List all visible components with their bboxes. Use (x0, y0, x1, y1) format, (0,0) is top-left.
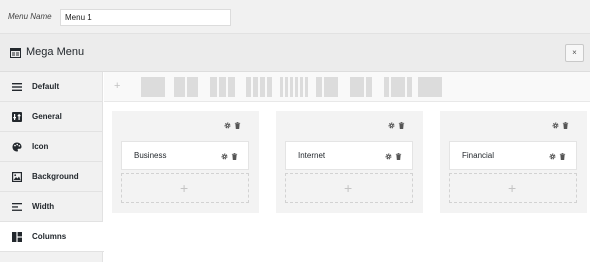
trash-icon[interactable] (395, 153, 402, 160)
sidebar-item-label: Columns (32, 232, 67, 241)
layout-option[interactable] (280, 77, 308, 97)
image-icon (12, 172, 22, 182)
menu-item-card[interactable]: Financial (449, 141, 577, 170)
menu-item-label: Internet (298, 151, 326, 160)
trash-icon[interactable] (398, 122, 405, 129)
layout-option[interactable] (174, 77, 198, 97)
sidebar-item-default[interactable]: Default (0, 72, 103, 102)
add-item-button[interactable]: + (449, 173, 577, 203)
sidebar-item-background[interactable]: Background (0, 162, 103, 192)
menu-column: Internet + (276, 111, 423, 213)
plus-icon: + (344, 180, 353, 196)
width-icon (12, 203, 22, 211)
settings-sidebar: Default General Icon Background Width Co… (0, 72, 104, 262)
mega-menu-header: Mega Menu × (0, 34, 590, 72)
trash-icon[interactable] (559, 153, 566, 160)
page-title: Mega Menu (26, 46, 85, 58)
trash-icon[interactable] (234, 122, 241, 129)
layout-option[interactable] (246, 77, 272, 97)
menu-name-bar: Menu Name (0, 0, 590, 34)
menu-column: Financial + (440, 111, 587, 213)
gear-icon[interactable] (221, 153, 228, 160)
add-item-button[interactable]: + (121, 173, 249, 203)
mega-menu-icon (10, 48, 21, 58)
general-icon (12, 112, 22, 122)
sidebar-item-columns[interactable]: Columns (0, 222, 104, 252)
layout-option[interactable] (210, 77, 235, 97)
menu-item-label: Business (134, 151, 167, 160)
sidebar-item-icon[interactable]: Icon (0, 132, 103, 162)
sidebar-item-general[interactable]: General (0, 102, 103, 132)
gear-icon[interactable] (224, 122, 231, 129)
layout-option[interactable] (384, 77, 412, 97)
sidebar-item-label: Background (32, 172, 79, 181)
sidebar-item-label: General (32, 112, 62, 121)
palette-icon (12, 142, 22, 152)
hamburger-icon (12, 83, 22, 91)
sidebar-item-label: Width (32, 202, 55, 211)
layout-option[interactable] (316, 77, 338, 97)
menu-column: Business + (112, 111, 259, 213)
sidebar-item-width[interactable]: Width (0, 192, 103, 222)
layout-option[interactable] (350, 77, 372, 97)
menu-item-card[interactable]: Internet (285, 141, 413, 170)
gear-icon[interactable] (549, 153, 556, 160)
close-button[interactable]: × (565, 44, 584, 62)
sidebar-item-label: Default (32, 82, 60, 91)
add-item-button[interactable]: + (285, 173, 413, 203)
menu-name-input[interactable] (60, 9, 231, 26)
gear-icon[interactable] (388, 122, 395, 129)
trash-icon[interactable] (562, 122, 569, 129)
layout-option[interactable] (418, 77, 442, 97)
sidebar-item-label: Icon (32, 142, 49, 151)
trash-icon[interactable] (231, 153, 238, 160)
plus-icon: + (180, 180, 189, 196)
menu-name-label: Menu Name (8, 12, 52, 21)
menu-item-card[interactable]: Business (121, 141, 249, 170)
columns-icon (12, 232, 22, 242)
add-row-button[interactable]: + (114, 80, 120, 92)
plus-icon: + (508, 180, 517, 196)
gear-icon[interactable] (385, 153, 392, 160)
column-layout-toolbar: + (104, 72, 590, 102)
menu-item-label: Financial (462, 151, 495, 160)
layout-option[interactable] (141, 77, 165, 97)
gear-icon[interactable] (552, 122, 559, 129)
